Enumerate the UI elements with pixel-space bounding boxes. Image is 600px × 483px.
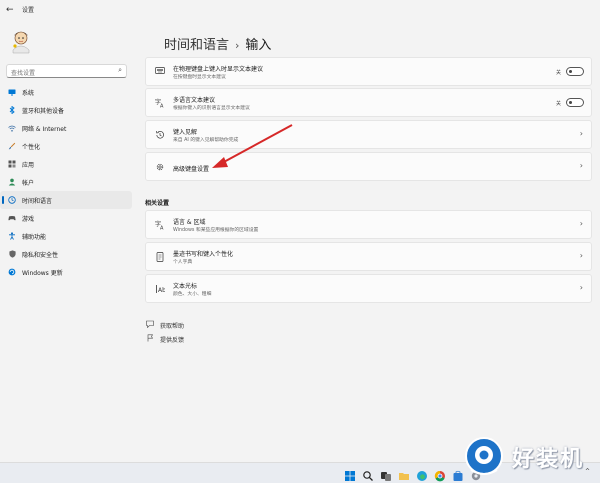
search-placeholder: 查找设置 xyxy=(11,70,36,77)
keyboard-icon xyxy=(155,67,165,77)
card-title: 多语言文本建议 xyxy=(173,97,216,104)
sidebar-item-accessibility[interactable]: 辅助功能 xyxy=(0,227,132,245)
sidebar-item-label: Windows 更新 xyxy=(22,269,63,277)
chevron-right-icon: › xyxy=(579,219,583,228)
search-input[interactable]: 查找设置 ⌕ xyxy=(6,64,127,78)
svg-text:Ab: Ab xyxy=(158,287,165,294)
card-description: 在按键盘时显示文本建议 xyxy=(173,75,226,80)
breadcrumb-parent[interactable]: 时间和语言 xyxy=(164,38,229,53)
toggle-state-label: 关 xyxy=(555,70,561,76)
feedback-icon xyxy=(146,334,155,344)
sidebar-item-label: 时间和语言 xyxy=(22,197,53,205)
setting-card-typing-insights[interactable]: 键入见解 来自 AI 的键入见解帮助你完成 › xyxy=(145,120,592,149)
sidebar-item-label: 个性化 xyxy=(22,143,41,151)
sidebar-item-time-language[interactable]: 时间和语言 xyxy=(0,191,132,209)
breadcrumb-separator: › xyxy=(235,39,240,52)
chevron-right-icon: › xyxy=(579,161,583,170)
card-title: 键入见解 xyxy=(173,129,198,136)
page-title: 输入 xyxy=(245,38,272,53)
related-settings-heading: 相关设置 xyxy=(145,200,170,207)
card-description: 根据你键入的识别语言显示文本建议 xyxy=(173,106,250,111)
multilingual-toggle[interactable] xyxy=(566,98,584,107)
settings-window: ← 设置 查找设置 ⌕ 系统 蓝牙和其他设备 网络 & Internet 个性化… xyxy=(0,0,600,462)
feedback-link[interactable]: 提供反馈 xyxy=(146,334,184,344)
card-title: 墨迹书写和键入个性化 xyxy=(173,251,234,258)
get-help-label: 获取帮助 xyxy=(160,322,185,330)
sidebar-item-label: 游戏 xyxy=(22,215,35,223)
accessibility-icon xyxy=(8,232,16,240)
watermark-text: 好装机 xyxy=(512,447,585,472)
svg-text:A: A xyxy=(160,226,164,231)
sidebar-item-accounts[interactable]: 帐户 xyxy=(0,173,132,191)
sidebar-item-bluetooth[interactable]: 蓝牙和其他设备 xyxy=(0,101,132,119)
chevron-right-icon: › xyxy=(579,129,583,138)
update-icon xyxy=(8,268,16,276)
sidebar-item-label: 帐户 xyxy=(22,179,35,187)
breadcrumb: 时间和语言 › 输入 xyxy=(164,34,271,53)
sidebar-item-label: 网络 & Internet xyxy=(22,125,67,133)
sidebar-item-label: 蓝牙和其他设备 xyxy=(22,107,65,115)
get-help-link[interactable]: 获取帮助 xyxy=(146,320,184,330)
help-icon xyxy=(146,320,155,330)
monitor-icon xyxy=(8,88,16,96)
card-description: 颜色、大小、粗细 xyxy=(173,292,212,297)
card-description: Windows 和某些应用根据你的区域设置 xyxy=(173,228,259,233)
chevron-right-icon: › xyxy=(579,251,583,260)
card-description: 来自 AI 的键入见解帮助你完成 xyxy=(173,138,239,143)
language-icon: 字A xyxy=(155,220,165,232)
sidebar-item-label: 应用 xyxy=(22,161,35,169)
avatar[interactable] xyxy=(8,28,34,54)
sidebar-item-privacy[interactable]: 隐私和安全性 xyxy=(0,245,132,263)
app-title: 设置 xyxy=(22,7,35,14)
toggle-state-label: 关 xyxy=(555,101,561,107)
setting-card-language-region[interactable]: 字A 语言 & 区域 Windows 和某些应用根据你的区域设置 › xyxy=(145,210,592,239)
setting-card-hardware-suggestions: 在物理键盘上键入时显示文本建议 在按键盘时显示文本建议 关 xyxy=(145,57,592,86)
task-view-icon[interactable] xyxy=(380,467,392,481)
title-bar: ← 设置 xyxy=(0,0,600,20)
edge-icon[interactable] xyxy=(416,467,428,481)
card-title: 在物理键盘上键入时显示文本建议 xyxy=(173,66,264,73)
sidebar-item-apps[interactable]: 应用 xyxy=(0,155,132,173)
sidebar-item-label: 系统 xyxy=(22,89,35,97)
brush-icon xyxy=(8,142,16,150)
text-cursor-icon: Ab xyxy=(155,284,166,294)
svg-text:A: A xyxy=(160,104,164,109)
person-icon xyxy=(8,178,16,186)
globe-clock-icon xyxy=(8,196,16,204)
chevron-right-icon: › xyxy=(579,283,583,292)
card-title: 语言 & 区域 xyxy=(173,219,206,226)
chrome-icon[interactable] xyxy=(434,467,446,482)
setting-card-advanced-keyboard[interactable]: 高级键盘设置 › xyxy=(145,152,592,181)
setting-card-multilingual: 字A 多语言文本建议 根据你键入的识别语言显示文本建议 关 xyxy=(145,88,592,117)
windows-start-icon[interactable] xyxy=(344,467,356,481)
wifi-icon xyxy=(8,124,16,132)
card-title: 高级键盘设置 xyxy=(173,166,210,173)
ink-icon xyxy=(155,252,165,262)
sidebar-item-gaming[interactable]: 游戏 xyxy=(0,209,132,227)
gear-icon xyxy=(155,162,165,172)
apps-icon xyxy=(8,160,16,168)
setting-card-text-cursor[interactable]: Ab 文本光标 颜色、大小、粗细 › xyxy=(145,274,592,303)
search-icon[interactable] xyxy=(362,467,374,481)
sidebar-item-network[interactable]: 网络 & Internet xyxy=(0,119,132,137)
sidebar-item-label: 辅助功能 xyxy=(22,233,47,241)
shield-icon xyxy=(8,250,16,258)
gamepad-icon xyxy=(8,214,16,222)
sidebar-item-personalization[interactable]: 个性化 xyxy=(0,137,132,155)
bluetooth-icon xyxy=(8,106,16,114)
sidebar-nav: 系统 蓝牙和其他设备 网络 & Internet 个性化 应用 帐户 时间和语言 xyxy=(0,83,132,281)
setting-card-ink-typing[interactable]: 墨迹书写和键入个性化 个人字典 › xyxy=(145,242,592,271)
feedback-label: 提供反馈 xyxy=(160,336,185,344)
card-title: 文本光标 xyxy=(173,283,198,290)
history-icon xyxy=(155,130,165,140)
sidebar-item-windows-update[interactable]: Windows 更新 xyxy=(0,263,132,281)
text-suggestions-toggle[interactable] xyxy=(566,67,584,76)
sidebar-item-system[interactable]: 系统 xyxy=(0,83,132,101)
card-description: 个人字典 xyxy=(173,260,193,265)
search-icon[interactable]: ⌕ xyxy=(118,66,122,75)
arrow-left-icon[interactable]: ← xyxy=(6,4,18,16)
multilingual-icon: 字A xyxy=(155,98,165,110)
sidebar-item-label: 隐私和安全性 xyxy=(22,251,59,259)
explorer-icon[interactable] xyxy=(398,467,410,480)
